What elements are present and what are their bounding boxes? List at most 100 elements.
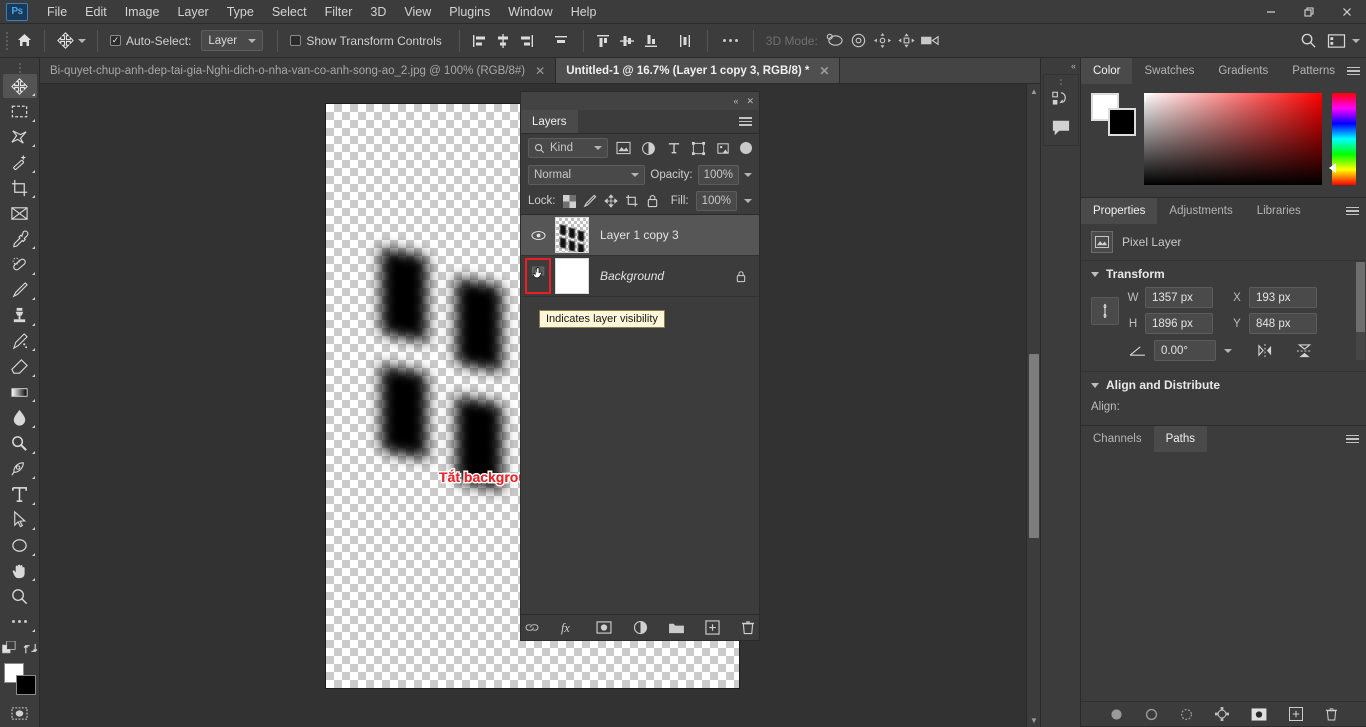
show-transform-checkbox[interactable]	[290, 35, 301, 46]
tool-clone-stamp[interactable]	[3, 303, 37, 328]
toolbar-grip[interactable]	[15, 62, 24, 74]
vertical-scroll-thumb[interactable]	[1029, 354, 1039, 538]
mini-dock-grip[interactable]	[1056, 78, 1065, 86]
roll-3d-icon[interactable]	[847, 29, 871, 53]
menu-item-3d[interactable]: 3D	[361, 0, 395, 23]
camera-3d-icon[interactable]	[919, 29, 943, 53]
angle-input[interactable]: 0.00°	[1154, 340, 1216, 361]
auto-select-option[interactable]: Auto-Select:	[105, 28, 196, 54]
quick-mask-icon[interactable]	[3, 701, 37, 726]
tool-crop[interactable]	[3, 176, 37, 201]
menu-item-edit[interactable]: Edit	[76, 0, 116, 23]
align-bottom-edges-icon[interactable]	[639, 29, 663, 53]
tool-healing-brush[interactable]	[3, 252, 37, 277]
new-layer-icon[interactable]	[702, 618, 722, 638]
restore-button[interactable]	[1290, 0, 1328, 24]
width-input[interactable]: 1357 px	[1145, 287, 1213, 308]
lock-position-icon[interactable]	[604, 194, 618, 208]
menu-item-window[interactable]: Window	[499, 0, 561, 23]
pan-3d-icon[interactable]	[871, 29, 895, 53]
tab-properties[interactable]: Properties	[1081, 198, 1157, 224]
comments-icon[interactable]	[1046, 114, 1076, 142]
orbit-3d-icon[interactable]	[823, 29, 847, 53]
properties-panel-menu-icon[interactable]	[1346, 198, 1366, 224]
chevron-down-icon[interactable]	[744, 199, 752, 203]
close-button[interactable]	[1328, 0, 1366, 24]
align-left-edges-icon[interactable]	[467, 29, 491, 53]
chevron-down-icon[interactable]	[744, 173, 752, 177]
new-adjustment-layer-icon[interactable]	[630, 618, 650, 638]
color-panel-swatches[interactable]	[1091, 93, 1134, 135]
tool-frame[interactable]	[3, 201, 37, 226]
scroll-down-icon[interactable]: ▼	[1027, 713, 1040, 727]
tool-pen[interactable]	[3, 457, 37, 482]
x-input[interactable]: 193 px	[1249, 287, 1317, 308]
add-layer-mask-icon[interactable]	[594, 618, 614, 638]
blend-mode-dropdown[interactable]: Normal	[528, 165, 645, 185]
tab-paths[interactable]: Paths	[1154, 426, 1207, 452]
tab-adjustments[interactable]: Adjustments	[1157, 198, 1244, 224]
distribute-vertical-icon[interactable]	[673, 29, 697, 53]
tool-brush[interactable]	[3, 278, 37, 303]
link-layers-icon[interactable]	[522, 618, 542, 638]
tool-magic-wand[interactable]	[3, 150, 37, 175]
menu-item-filter[interactable]: Filter	[316, 0, 362, 23]
menu-item-help[interactable]: Help	[562, 0, 606, 23]
layer-thumbnail[interactable]	[555, 217, 589, 253]
show-transform-controls-option[interactable]: Show Transform Controls	[285, 28, 446, 54]
chevron-down-icon[interactable]	[78, 39, 86, 43]
options-bar-grip[interactable]	[2, 28, 11, 54]
layers-panel-menu-icon[interactable]	[739, 110, 759, 133]
new-group-icon[interactable]	[666, 618, 686, 638]
layer-row-background[interactable]: Background	[521, 256, 759, 297]
document-tab-untitled[interactable]: Untitled-1 @ 16.7% (Layer 1 copy 3, RGB/…	[556, 58, 840, 83]
workspace-icon[interactable]	[1324, 29, 1348, 53]
distribute-horizontal-icon[interactable]	[549, 29, 573, 53]
channels-panel-menu-icon[interactable]	[1346, 426, 1366, 452]
align-vertical-centers-icon[interactable]	[615, 29, 639, 53]
align-section-header[interactable]: Align and Distribute	[1081, 372, 1366, 398]
stroke-path-icon[interactable]	[1145, 708, 1158, 721]
tool-history-brush[interactable]	[3, 329, 37, 354]
close-icon[interactable]: ✕	[819, 64, 829, 78]
shape-filter-icon[interactable]	[689, 139, 708, 158]
layer-visibility-toggle[interactable]	[525, 217, 551, 253]
tab-libraries[interactable]: Libraries	[1245, 198, 1313, 224]
flip-vertical-icon[interactable]	[1296, 343, 1313, 359]
tool-gradient[interactable]	[3, 380, 37, 405]
lock-transparent-icon[interactable]	[563, 195, 576, 208]
delete-path-icon[interactable]	[1325, 707, 1338, 721]
align-horizontal-centers-icon[interactable]	[491, 29, 515, 53]
type-filter-icon[interactable]	[664, 139, 683, 158]
lock-artboard-icon[interactable]	[625, 194, 639, 208]
add-mask-icon[interactable]	[1251, 708, 1267, 721]
fill-input[interactable]: 100%	[696, 191, 737, 211]
tab-channels[interactable]: Channels	[1081, 426, 1154, 452]
swap-colors-icon[interactable]	[23, 641, 38, 656]
default-colors-icon[interactable]	[2, 641, 17, 656]
tool-ellipse[interactable]	[3, 533, 37, 558]
auto-select-checkbox[interactable]	[110, 35, 121, 46]
tool-eyedropper[interactable]	[3, 227, 37, 252]
home-icon[interactable]	[11, 28, 37, 54]
history-icon[interactable]	[1046, 86, 1076, 114]
chevron-down-icon[interactable]	[1352, 39, 1360, 43]
align-top-edges-icon[interactable]	[591, 29, 615, 53]
tab-swatches[interactable]: Swatches	[1132, 58, 1206, 84]
fill-path-icon[interactable]	[1110, 708, 1123, 721]
opacity-input[interactable]: 100%	[698, 165, 739, 185]
properties-scroll-thumb[interactable]	[1356, 262, 1365, 332]
collapse-icon[interactable]: «	[1041, 58, 1080, 74]
more-options-button[interactable]	[715, 39, 746, 42]
slide-3d-icon[interactable]	[895, 29, 919, 53]
menu-item-type[interactable]: Type	[218, 0, 263, 23]
filter-toggle-icon[interactable]	[740, 142, 752, 154]
document-tab-jpg[interactable]: Bi-quyet-chup-anh-dep-tai-gia-Nghi-dich-…	[40, 58, 556, 83]
color-swatches[interactable]	[3, 662, 37, 695]
tab-gradients[interactable]: Gradients	[1206, 58, 1280, 84]
flip-horizontal-icon[interactable]	[1256, 343, 1274, 358]
align-right-edges-icon[interactable]	[515, 29, 539, 53]
tool-path-selection[interactable]	[3, 508, 37, 533]
menu-item-select[interactable]: Select	[263, 0, 316, 23]
menu-item-image[interactable]: Image	[116, 0, 169, 23]
